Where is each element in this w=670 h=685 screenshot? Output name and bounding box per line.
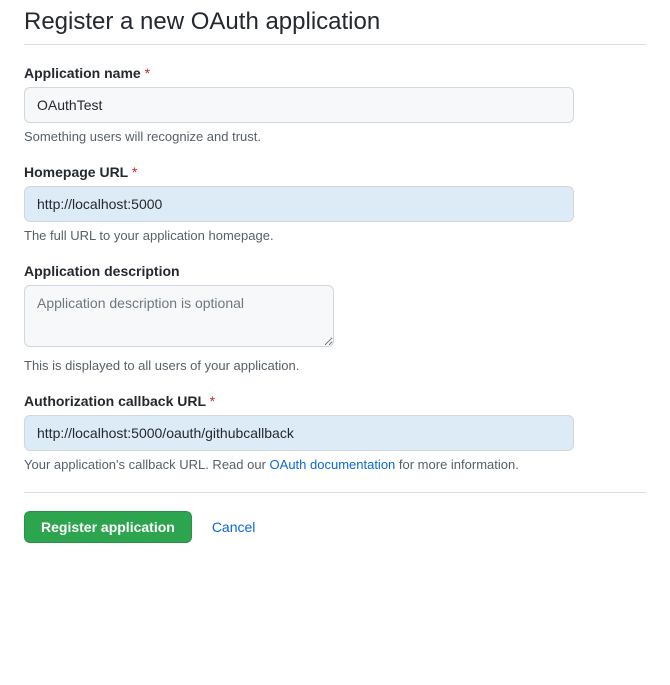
description-label-text: Application description [24, 263, 180, 279]
app-name-label-text: Application name [24, 65, 141, 81]
callback-url-label: Authorization callback URL * [24, 393, 646, 409]
divider [24, 492, 646, 493]
description-textarea[interactable] [24, 285, 334, 347]
callback-help-prefix: Your application's callback URL. Read ou… [24, 457, 270, 472]
homepage-url-label-text: Homepage URL [24, 164, 128, 180]
description-label: Application description [24, 263, 646, 279]
register-button[interactable]: Register application [24, 511, 192, 543]
homepage-url-group: Homepage URL * The full URL to your appl… [24, 164, 646, 243]
required-indicator: * [210, 393, 215, 409]
required-indicator: * [145, 65, 150, 81]
callback-url-label-text: Authorization callback URL [24, 393, 206, 409]
page-title: Register a new OAuth application [24, 8, 646, 45]
form-actions: Register application Cancel [24, 511, 646, 543]
cancel-link[interactable]: Cancel [212, 519, 256, 535]
app-name-group: Application name * Something users will … [24, 65, 646, 144]
callback-help-suffix: for more information. [395, 457, 519, 472]
app-name-label: Application name * [24, 65, 646, 81]
oauth-docs-link[interactable]: OAuth documentation [270, 457, 396, 472]
homepage-url-input[interactable] [24, 186, 574, 222]
callback-url-group: Authorization callback URL * Your applic… [24, 393, 646, 472]
app-name-input[interactable] [24, 87, 574, 123]
app-name-help: Something users will recognize and trust… [24, 129, 646, 144]
homepage-url-help: The full URL to your application homepag… [24, 228, 646, 243]
description-help: This is displayed to all users of your a… [24, 358, 646, 373]
homepage-url-label: Homepage URL * [24, 164, 646, 180]
description-group: Application description This is displaye… [24, 263, 646, 373]
required-indicator: * [132, 164, 137, 180]
callback-url-input[interactable] [24, 415, 574, 451]
callback-url-help: Your application's callback URL. Read ou… [24, 457, 646, 472]
